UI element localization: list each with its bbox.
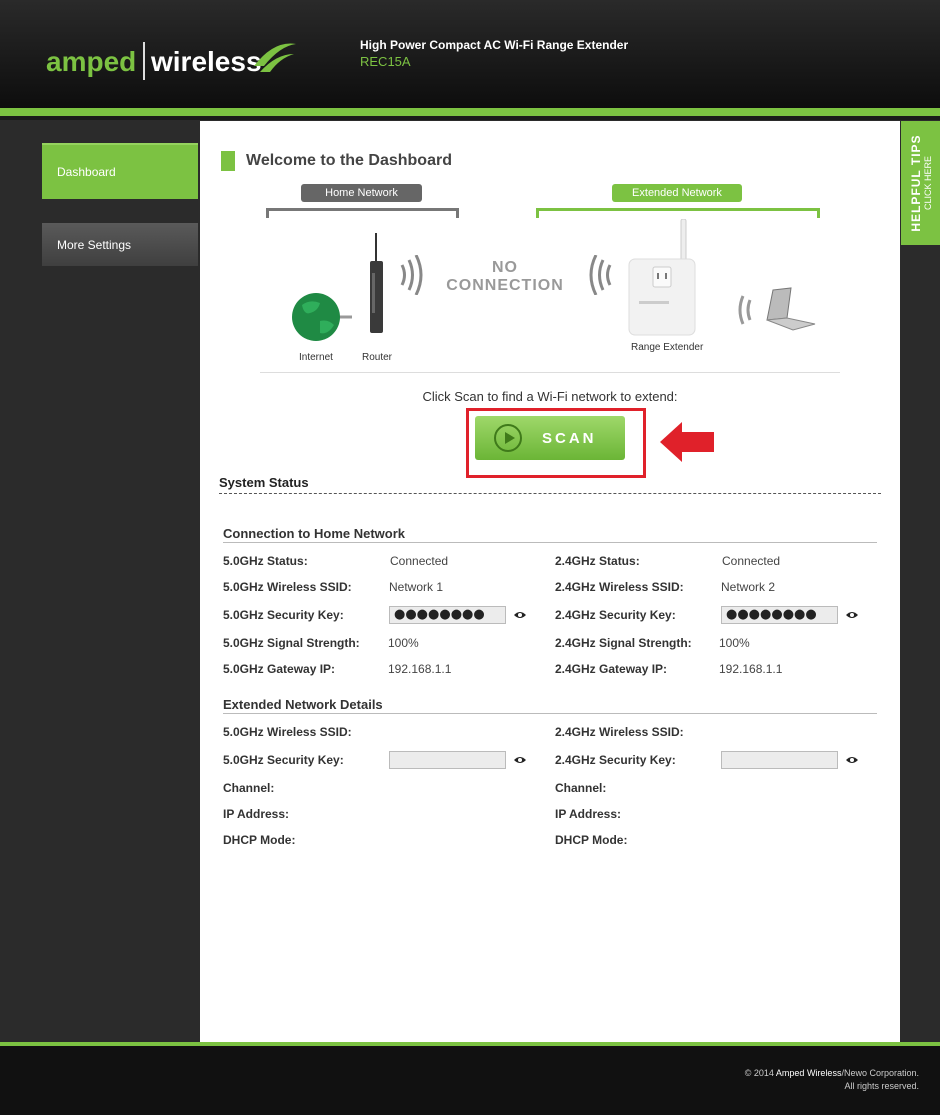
sidebar-item-dashboard[interactable]: Dashboard bbox=[42, 143, 198, 199]
logo-amped-text: amped bbox=[46, 46, 137, 77]
copyright: © 2014 Amped Wireless/Newo Corporation. … bbox=[744, 1068, 919, 1091]
diagram-divider bbox=[260, 372, 840, 373]
home-network-bracket bbox=[266, 208, 459, 218]
conn-24g-status-value: Connected bbox=[722, 554, 781, 568]
system-status-title: System Status bbox=[219, 475, 309, 490]
ext-5g-key-field[interactable] bbox=[389, 751, 506, 769]
ext-5g-key-label: 5.0GHz Security Key: bbox=[223, 753, 344, 767]
router-signal-icon bbox=[400, 255, 423, 295]
conn-24g-gateway-label: 2.4GHz Gateway IP: bbox=[555, 662, 668, 676]
connection-section-divider bbox=[223, 542, 877, 543]
header bbox=[0, 0, 940, 108]
ext-dhcp-label: DHCP Mode: bbox=[223, 833, 296, 847]
ext-5g-ssid-label: 5.0GHz Wireless SSID: bbox=[223, 725, 352, 739]
conn-24g-ssid-value: Network 2 bbox=[721, 580, 776, 594]
conn-24g-key-field[interactable]: ●●●●●●●● bbox=[721, 606, 838, 624]
page-title: Welcome to the Dashboard bbox=[246, 152, 452, 169]
helpful-tips-title: HELPFUL TIPS bbox=[908, 134, 923, 232]
eye-icon[interactable] bbox=[845, 610, 859, 620]
conn-24g-gateway-value: 192.168.1.1 bbox=[719, 662, 783, 676]
conn-5g-signal-label: 5.0GHz Signal Strength: bbox=[223, 636, 360, 650]
conn-24g-key-label: 2.4GHz Security Key: bbox=[555, 608, 676, 622]
router-icon bbox=[370, 233, 383, 333]
ext-ip-label: IP Address: bbox=[223, 807, 290, 821]
title-marker bbox=[221, 151, 235, 171]
conn-5g-key-label: 5.0GHz Security Key: bbox=[223, 608, 344, 622]
ext-24g-channel-label: Channel: bbox=[555, 781, 607, 795]
conn-5g-ssid-label: 5.0GHz Wireless SSID: bbox=[223, 580, 352, 594]
laptop-icon bbox=[738, 287, 816, 331]
internet-label: Internet bbox=[299, 352, 333, 363]
product-title: High Power Compact AC Wi-Fi Range Extend… bbox=[360, 38, 629, 52]
eye-icon[interactable] bbox=[513, 755, 527, 765]
ext-24g-ip-label: IP Address: bbox=[555, 807, 622, 821]
home-network-label: Home Network bbox=[301, 184, 422, 202]
scan-prompt: Click Scan to find a Wi-Fi network to ex… bbox=[422, 389, 678, 404]
helpful-tips-tab[interactable]: HELPFUL TIPS CLICK HERE bbox=[901, 121, 940, 245]
extended-section-title: Extended Network Details bbox=[223, 697, 383, 712]
conn-5g-signal-value: 100% bbox=[388, 636, 419, 650]
ext-24g-key-field[interactable] bbox=[721, 751, 838, 769]
ext-24g-dhcp-label: DHCP Mode: bbox=[555, 833, 628, 847]
range-extender-label: Range Extender bbox=[631, 342, 704, 353]
conn-24g-ssid-label: 2.4GHz Wireless SSID: bbox=[555, 580, 684, 594]
ext-24g-ssid-label: 2.4GHz Wireless SSID: bbox=[555, 725, 684, 739]
router-label: Router bbox=[362, 352, 393, 363]
play-icon bbox=[494, 424, 522, 452]
scan-button[interactable]: SCAN bbox=[475, 416, 625, 460]
scan-button-label: SCAN bbox=[542, 429, 597, 447]
header-divider bbox=[0, 116, 940, 120]
conn-5g-gateway-value: 192.168.1.1 bbox=[388, 662, 452, 676]
logo-separator bbox=[143, 42, 145, 80]
conn-5g-status-label: 5.0GHz Status: bbox=[223, 554, 308, 568]
connection-section-title: Connection to Home Network bbox=[223, 526, 406, 541]
ext-24g-key-label: 2.4GHz Security Key: bbox=[555, 753, 676, 767]
eye-icon[interactable] bbox=[513, 610, 527, 620]
helpful-tips-subtitle: CLICK HERE bbox=[922, 156, 933, 211]
conn-5g-key-field[interactable]: ●●●●●●●● bbox=[389, 606, 506, 624]
extended-section-divider bbox=[223, 713, 877, 714]
conn-5g-ssid-value: Network 1 bbox=[389, 580, 444, 594]
main-panel: Welcome to the Dashboard Home Network Ex… bbox=[200, 121, 900, 1042]
extended-network-label: Extended Network bbox=[612, 184, 742, 202]
conn-24g-status-label: 2.4GHz Status: bbox=[555, 554, 640, 568]
product-model: REC15A bbox=[360, 54, 411, 69]
extender-signal-icon bbox=[589, 255, 612, 295]
sidebar-item-more-settings[interactable]: More Settings bbox=[42, 223, 198, 266]
conn-5g-gateway-label: 5.0GHz Gateway IP: bbox=[223, 662, 336, 676]
range-extender-icon bbox=[628, 219, 696, 336]
logo-wireless-text: wireless bbox=[151, 46, 262, 77]
eye-icon[interactable] bbox=[845, 755, 859, 765]
header-accent-bar bbox=[0, 108, 940, 116]
logo-swoosh-icon bbox=[254, 43, 296, 72]
conn-24g-signal-value: 100% bbox=[719, 636, 750, 650]
red-arrow-icon bbox=[660, 422, 714, 462]
conn-24g-signal-label: 2.4GHz Signal Strength: bbox=[555, 636, 692, 650]
internet-globe-icon bbox=[292, 293, 352, 341]
conn-5g-status-value: Connected bbox=[390, 554, 449, 568]
extended-network-bracket bbox=[536, 208, 820, 218]
system-status-divider bbox=[219, 493, 881, 494]
ext-channel-label: Channel: bbox=[223, 781, 275, 795]
no-connection-text: NO CONNECTION bbox=[446, 259, 564, 294]
